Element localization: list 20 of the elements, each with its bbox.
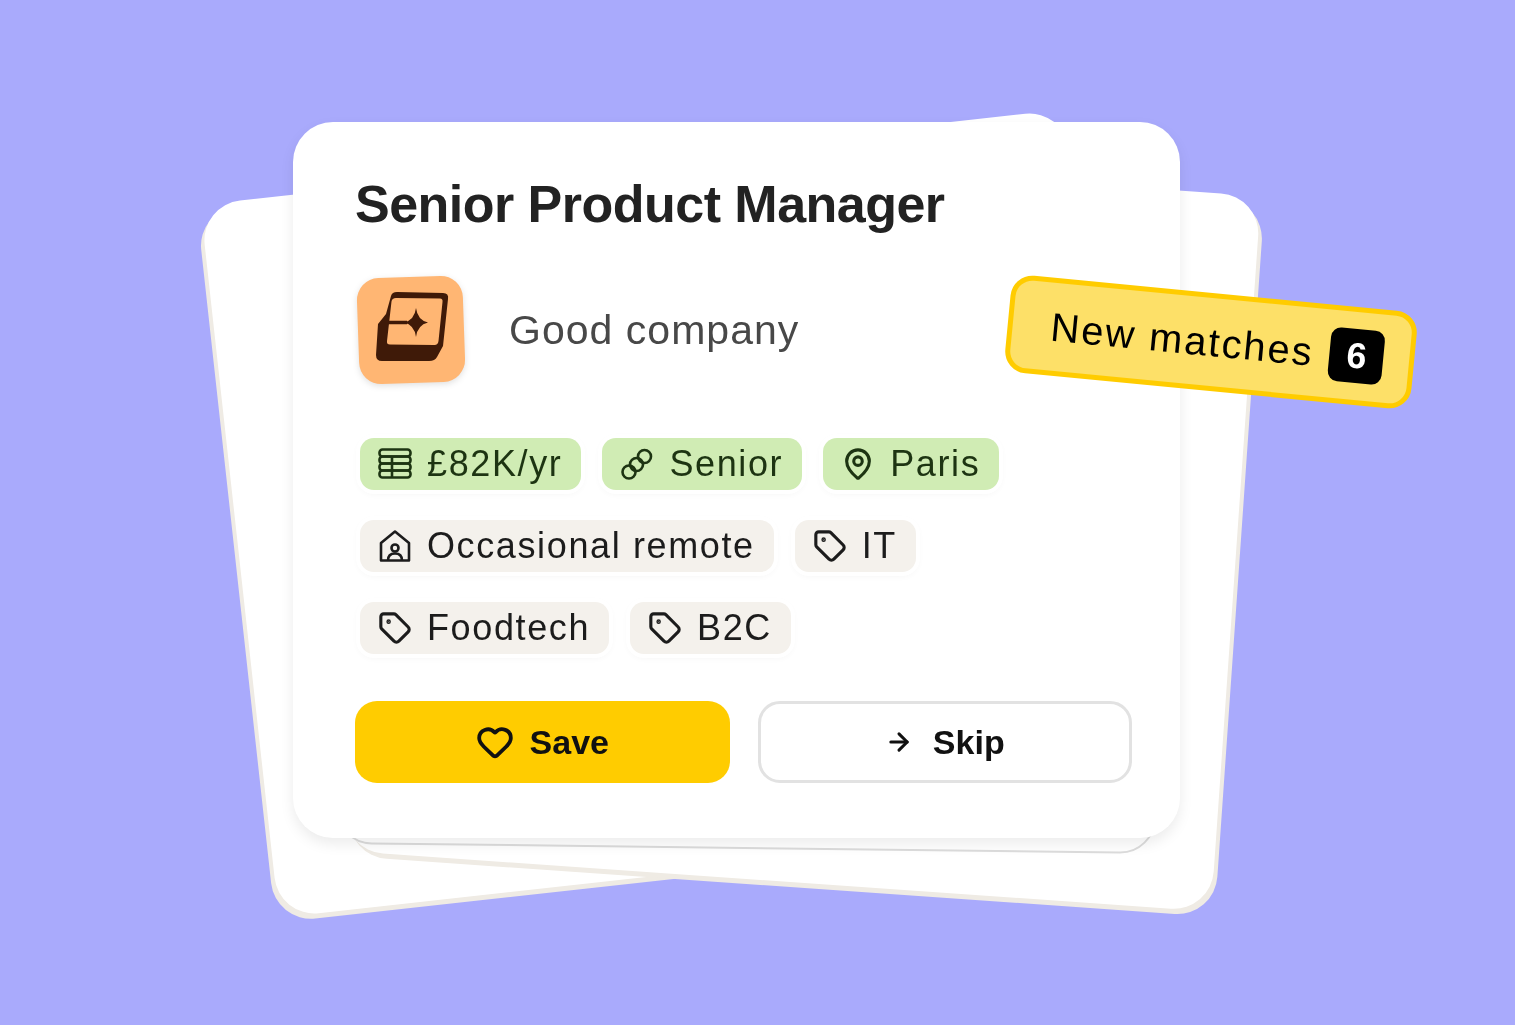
save-button[interactable]: Save [355, 701, 730, 783]
price-tag-icon [812, 529, 847, 563]
coin-stack-icon [378, 448, 412, 480]
linked-rings-icon [620, 447, 655, 481]
tag-label: Senior [669, 446, 784, 482]
tag-label: £82K/yr [427, 446, 563, 482]
price-tag-icon [648, 611, 683, 645]
job-title: Senior Product Manager [355, 174, 945, 235]
company-name: Good company [509, 309, 800, 351]
house-person-icon [378, 529, 412, 563]
price-tag-icon [378, 611, 412, 645]
badge-label: New matches [1048, 306, 1316, 372]
tag-label: Paris [890, 446, 981, 482]
skip-button[interactable]: Skip [757, 701, 1132, 783]
company-logo-icon [355, 274, 467, 386]
tag-label: IT [861, 528, 897, 564]
tag-label: Foodtech [427, 610, 591, 646]
match-count: 6 [1327, 326, 1387, 386]
tag-label: Occasional remote [427, 528, 755, 564]
tag-label: B2C [697, 610, 772, 646]
